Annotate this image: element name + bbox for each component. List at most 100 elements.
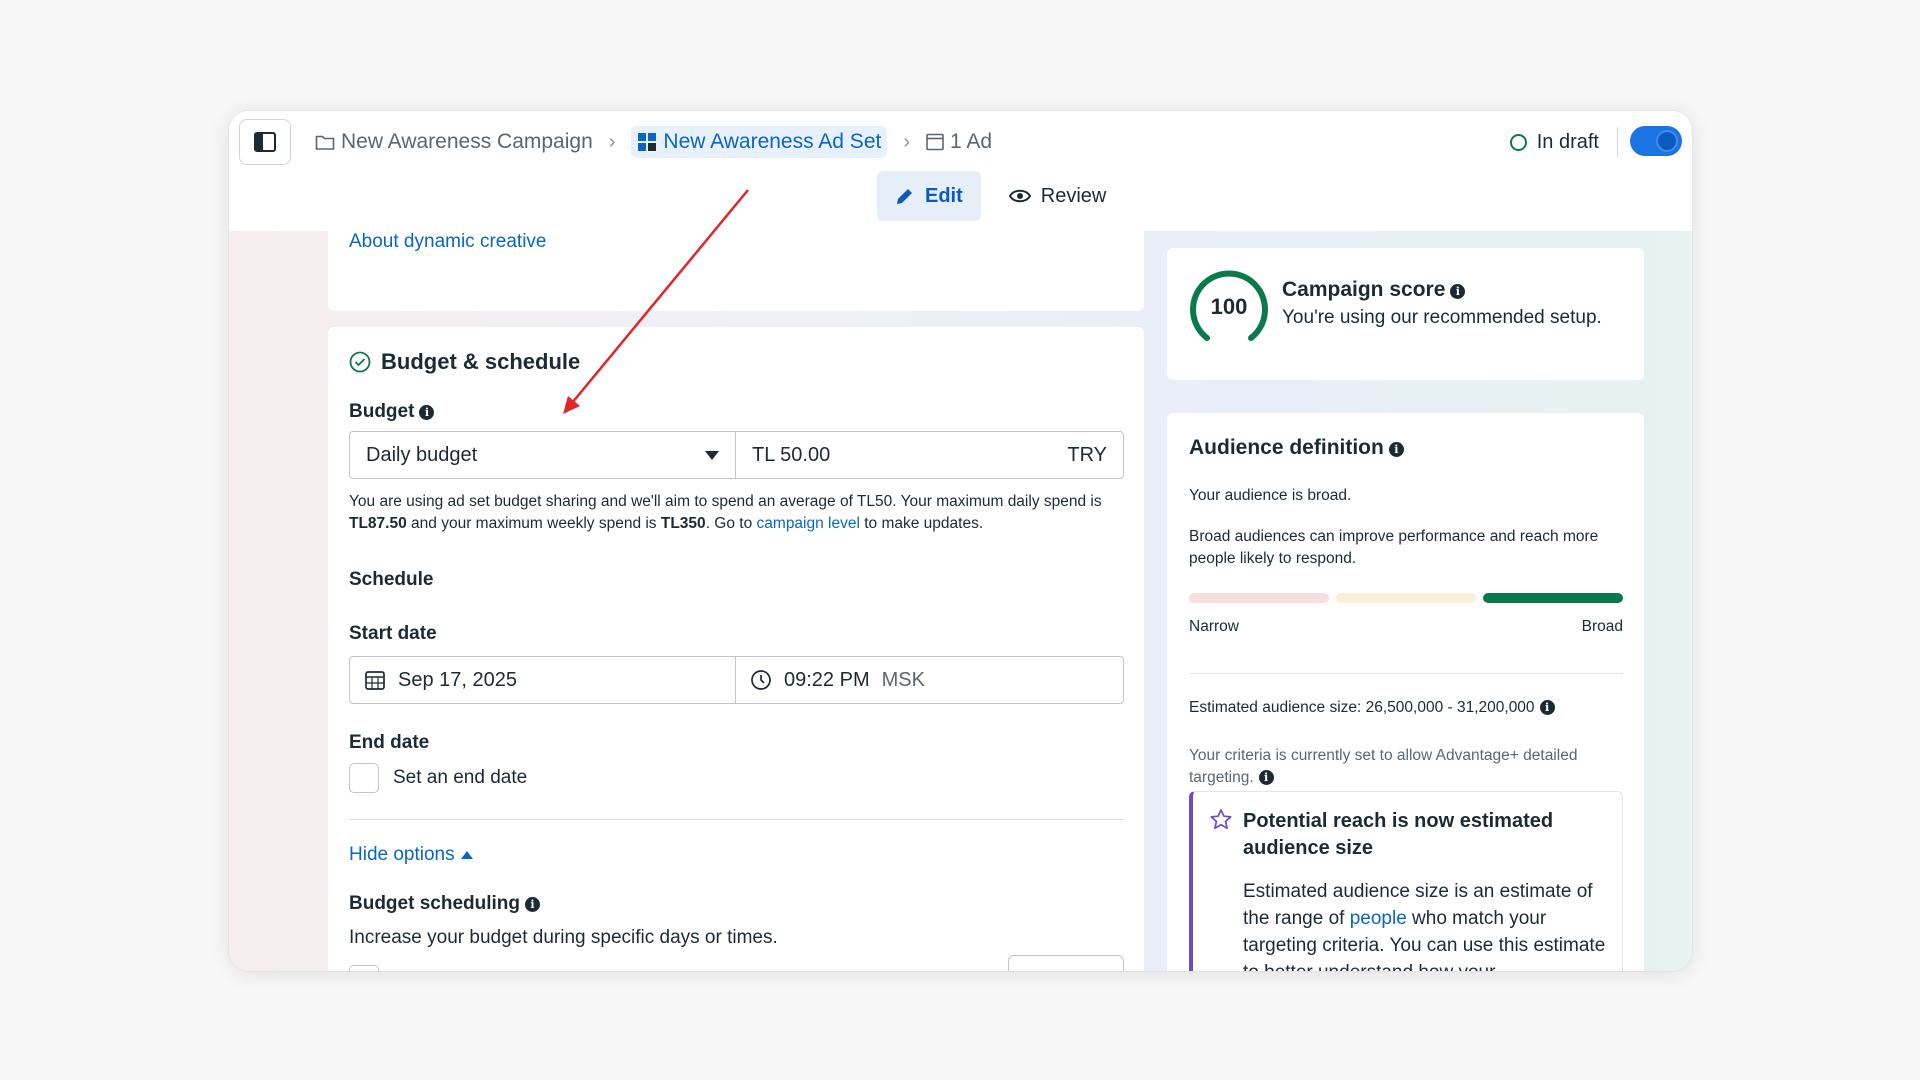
publish-toggle[interactable] bbox=[1630, 126, 1682, 156]
tab-edit-label: Edit bbox=[925, 184, 963, 207]
audience-title: Audience definition bbox=[1189, 436, 1384, 459]
start-date-label: Start date bbox=[349, 623, 437, 644]
currency-label: TRY bbox=[1067, 443, 1107, 466]
criteria-row: Your criteria is currently set to allow … bbox=[1189, 745, 1579, 789]
meter-narrow-label: Narrow bbox=[1189, 618, 1239, 635]
draft-status: In draft bbox=[1509, 119, 1599, 165]
budget-note-text: to make updates. bbox=[859, 515, 984, 532]
criteria-text: Your criteria is currently set to allow … bbox=[1189, 747, 1578, 786]
clock-icon bbox=[751, 670, 771, 690]
budget-amount-input[interactable]: TL 50.00 TRY bbox=[736, 432, 1123, 478]
breadcrumb-campaign-label: New Awareness Campaign bbox=[341, 130, 593, 153]
divider bbox=[1189, 673, 1623, 674]
info-icon[interactable]: i bbox=[1539, 700, 1555, 716]
estimated-size: Estimated audience size: 26,500,000 - 31… bbox=[1189, 699, 1535, 716]
audience-desc: Broad audiences can improve performance … bbox=[1189, 528, 1599, 567]
divider bbox=[349, 819, 1124, 820]
ad-set-grid-icon bbox=[638, 133, 657, 151]
star-icon bbox=[1210, 809, 1232, 830]
budget-scheduling-label: Budget scheduling bbox=[349, 893, 520, 914]
breadcrumb: New Awareness Campaign › New Awareness A… bbox=[315, 119, 992, 165]
budget-scheduling-label-row: Budget scheduling i bbox=[349, 893, 540, 915]
status-circle-icon bbox=[1509, 133, 1527, 151]
audience-title-row: Audience definition i bbox=[1189, 436, 1404, 460]
end-date-checkbox-label: Set an end date bbox=[393, 767, 528, 788]
app-window: New Awareness Campaign › New Awareness A… bbox=[229, 111, 1692, 971]
check-circle-icon bbox=[349, 351, 371, 373]
budget-field: Daily budget TL 50.00 TRY bbox=[349, 431, 1124, 479]
budget-note-text: and your maximum weekly spend is bbox=[406, 515, 661, 532]
reach-notice: Potential reach is now estimated audienc… bbox=[1189, 791, 1623, 971]
audience-definition-card: Audience definition i Your audience is br… bbox=[1167, 413, 1644, 971]
end-date-label: End date bbox=[349, 732, 430, 753]
breadcrumb-ad-set[interactable]: New Awareness Ad Set bbox=[631, 126, 888, 158]
top-bar: New Awareness Campaign › New Awareness A… bbox=[229, 111, 1692, 231]
caret-up-icon bbox=[460, 851, 473, 859]
info-icon[interactable]: i bbox=[1450, 284, 1466, 300]
start-time-input[interactable]: 09:22 PM MSK bbox=[736, 657, 1123, 703]
breadcrumb-campaign[interactable]: New Awareness Campaign bbox=[315, 130, 593, 154]
budget-label: Budget bbox=[349, 401, 415, 422]
budget-scheduling-button[interactable] bbox=[1008, 955, 1124, 971]
sidebar-toggle-button[interactable] bbox=[239, 119, 291, 165]
ad-icon bbox=[926, 133, 944, 151]
start-date-input[interactable]: Sep 17, 2025 bbox=[350, 657, 736, 703]
campaign-score-title: Campaign score bbox=[1282, 278, 1446, 301]
content-area: About dynamic creative Budget & schedule… bbox=[229, 231, 1692, 971]
campaign-score-desc: You're using our recommended setup. bbox=[1282, 307, 1602, 328]
status-label: In draft bbox=[1536, 130, 1599, 153]
budget-note-text: You are using ad set budget sharing and … bbox=[349, 493, 1102, 510]
schedule-label: Schedule bbox=[349, 569, 434, 590]
tab-edit[interactable]: Edit bbox=[877, 171, 981, 221]
budget-type-select[interactable]: Daily budget bbox=[350, 432, 736, 478]
meter-broad-label: Broad bbox=[1581, 618, 1623, 635]
budget-note: You are using ad set budget sharing and … bbox=[349, 491, 1124, 535]
people-link[interactable]: people bbox=[1350, 908, 1407, 929]
end-date-checkbox[interactable] bbox=[349, 763, 379, 793]
toggle-knob bbox=[1656, 130, 1678, 152]
daily-max-value: TL87.50 bbox=[349, 515, 407, 532]
start-date-value: Sep 17, 2025 bbox=[398, 668, 517, 691]
section-title: Budget & schedule bbox=[381, 349, 581, 374]
info-icon[interactable]: i bbox=[419, 405, 435, 421]
budget-amount-value: TL 50.00 bbox=[752, 443, 831, 466]
end-date-row: Set an end date bbox=[349, 763, 527, 793]
reach-notice-body: Estimated audience size is an estimate o… bbox=[1243, 878, 1613, 971]
chevron-right-icon: › bbox=[608, 130, 616, 153]
info-icon[interactable]: i bbox=[1388, 442, 1404, 458]
budget-type-value: Daily budget bbox=[366, 443, 478, 466]
hide-options-label: Hide options bbox=[349, 844, 455, 865]
dynamic-creative-card: About dynamic creative bbox=[328, 231, 1144, 311]
info-icon[interactable]: i bbox=[525, 897, 540, 913]
budget-scheduling-desc: Increase your budget during specific day… bbox=[349, 927, 778, 948]
chevron-right-icon: › bbox=[903, 130, 910, 153]
about-dynamic-creative-link[interactable]: About dynamic creative bbox=[349, 231, 547, 253]
caret-down-icon bbox=[705, 450, 719, 460]
hide-options-link[interactable]: Hide options bbox=[349, 844, 473, 866]
estimated-size-row: Estimated audience size: 26,500,000 - 31… bbox=[1189, 697, 1555, 719]
meter-narrow-segment bbox=[1189, 593, 1329, 603]
timezone-label: MSK bbox=[881, 668, 925, 691]
tab-review-label: Review bbox=[1040, 184, 1107, 207]
section-header: Budget & schedule bbox=[349, 349, 580, 375]
pencil-icon bbox=[897, 189, 912, 204]
audience-meter bbox=[1189, 593, 1623, 603]
budget-label-row: Budget i bbox=[349, 401, 435, 423]
mode-tabs: Edit Review bbox=[877, 171, 1124, 221]
start-time-value: 09:22 PM bbox=[784, 668, 870, 691]
reach-notice-title: Potential reach is now estimated audienc… bbox=[1243, 810, 1554, 859]
start-datetime-field: Sep 17, 2025 09:22 PM MSK bbox=[349, 656, 1124, 704]
budget-schedule-card: Budget & schedule Budget i Daily budget T… bbox=[328, 327, 1144, 971]
budget-scheduling-checkbox[interactable] bbox=[349, 965, 379, 971]
audience-broad-text: Your audience is broad. bbox=[1189, 487, 1352, 504]
tab-review[interactable]: Review bbox=[991, 171, 1125, 221]
campaign-score-title-row: Campaign score i bbox=[1282, 278, 1466, 302]
sidebar-panel-icon bbox=[254, 132, 276, 152]
divider bbox=[1617, 127, 1618, 157]
breadcrumb-ad[interactable]: 1 Ad bbox=[926, 130, 992, 154]
campaign-level-link[interactable]: campaign level bbox=[757, 515, 860, 532]
eye-icon bbox=[1008, 189, 1031, 203]
info-icon[interactable]: i bbox=[1258, 770, 1274, 786]
breadcrumb-ad-set-label: New Awareness Ad Set bbox=[663, 130, 882, 153]
weekly-max-value: TL350 bbox=[660, 515, 706, 532]
